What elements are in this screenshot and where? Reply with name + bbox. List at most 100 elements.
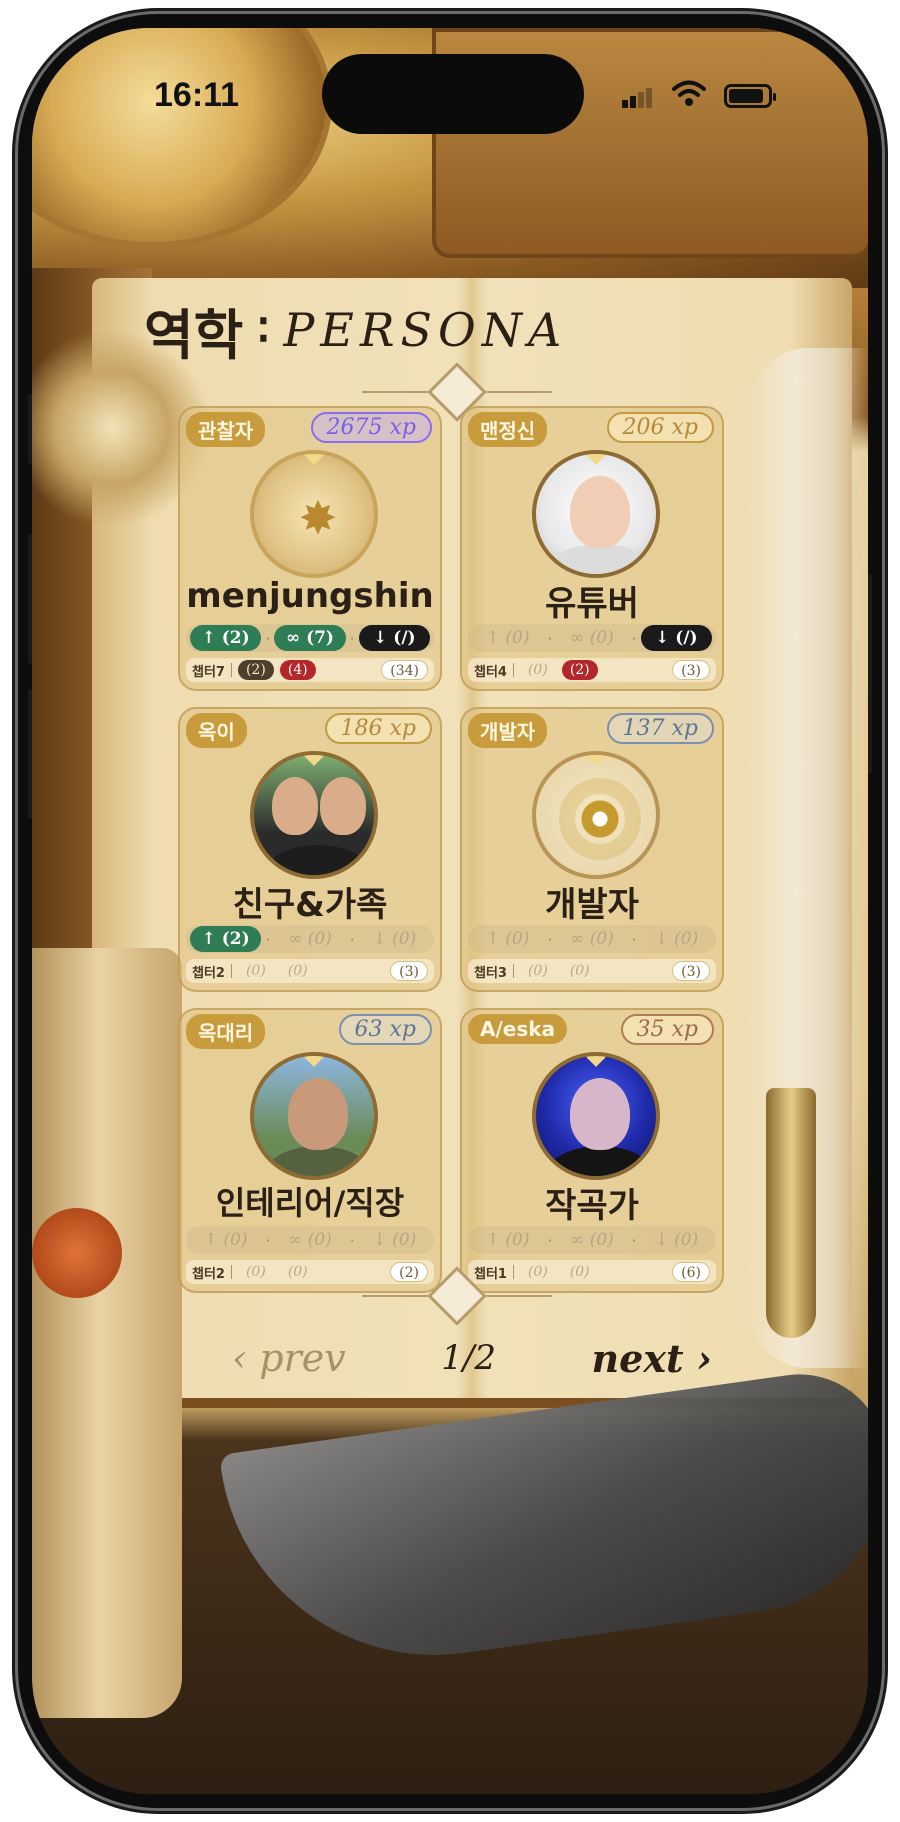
down-stat: ↓ (0): [372, 1230, 417, 1250]
status-time: 16:11: [154, 76, 240, 114]
avatar-body: [264, 1146, 372, 1176]
sparkle-count: (34): [381, 660, 428, 680]
dot-separator: ·: [265, 1230, 271, 1250]
dynamic-island: [322, 54, 584, 134]
status-bar: 16:11: [32, 28, 868, 148]
hourglass-count: (0): [287, 1264, 308, 1280]
up-stat: ↑ (2): [190, 926, 262, 952]
dot-separator: ·: [631, 628, 637, 648]
page-indicator: 1/2: [441, 1338, 496, 1378]
figure-count: (0): [527, 1264, 548, 1280]
avatar-face: [272, 777, 318, 835]
prev-page-button[interactable]: ‹ prev: [232, 1336, 346, 1380]
role-badge: 옥대리: [186, 1014, 266, 1049]
chapter-label: 챕터4: [474, 664, 507, 680]
chapter-label: 챕터2: [192, 1266, 225, 1282]
profile-photo: [250, 751, 378, 879]
hourglass-count: (0): [569, 963, 590, 979]
chapter-label: 챕터3: [474, 965, 507, 981]
chapter-row: 챕터4 (0) (2) (3): [468, 658, 716, 682]
role-badge: 관찰자: [186, 412, 266, 447]
stat-row: ↑ (0) · ∞ (0) · ↓ (/): [468, 624, 716, 652]
stat-row: ↑ (2) · ∞ (7) · ↓ (/): [186, 624, 434, 652]
dot-separator: ·: [265, 929, 271, 949]
stat-row: ↑ (0) · ∞ (0) · ↓ (0): [468, 1226, 716, 1254]
meta-divider: [512, 663, 514, 677]
dot-separator: ·: [631, 1230, 637, 1250]
role-badge: 개발자: [468, 713, 548, 748]
avatar-body: [546, 544, 654, 574]
scroll-decoration: [32, 948, 182, 1718]
role-badge: 옥이: [186, 713, 247, 748]
down-stat: ↓ (0): [372, 929, 417, 949]
sparkle-count: (3): [672, 961, 710, 981]
hourglass-count: (4): [279, 660, 316, 680]
meta-divider: [512, 964, 514, 978]
next-page-button[interactable]: next ›: [592, 1336, 712, 1381]
figure-count: (0): [245, 1264, 266, 1280]
persona-name: 개발자: [545, 885, 639, 925]
persona-card[interactable]: ✸ 관찰자 2675 xp menjungshin ↑ (2) · ∞ (7) …: [178, 406, 442, 691]
sparkle-count: (2): [390, 1262, 428, 1282]
up-stat: ↑ (0): [485, 929, 530, 949]
persona-name: 작곡가: [545, 1186, 639, 1226]
page-title: 역학 ∶ PERSONA: [144, 290, 567, 370]
stat-row: ↑ (0) · ∞ (0) · ↓ (0): [468, 925, 716, 953]
down-stat: ↓ (0): [654, 1230, 699, 1250]
chapter-row: 챕터2 (0) (0) (2): [186, 1260, 434, 1284]
dot-separator: ·: [631, 929, 637, 949]
dot-separator: ·: [265, 628, 271, 648]
chapter-row: 챕터7 (2) (4) (34): [186, 658, 434, 682]
persona-grid: ✸ 관찰자 2675 xp menjungshin ↑ (2) · ∞ (7) …: [178, 406, 738, 1293]
figure-count: (2): [237, 660, 274, 680]
meta-divider: [230, 964, 232, 978]
app-screen: 16:11 역학 ∶ PERSONA ✸ 관찰자 2675 xp menjung…: [32, 28, 868, 1794]
persona-card[interactable]: 맨정신 206 xp 유튜버 ↑ (0) · ∞ (0) · ↓ (/) 챕터4…: [460, 406, 724, 691]
emblem-icon: ✸: [250, 450, 378, 578]
avatar-body: [546, 1146, 654, 1176]
sun-emblem-icon: ✸: [298, 491, 338, 545]
compass-star-emblem-icon: [575, 794, 625, 844]
wax-seal-decoration: [32, 1208, 122, 1298]
persona-name: 친구&가족: [232, 885, 388, 925]
horn-decoration: [219, 1363, 868, 1683]
persona-card[interactable]: 옥대리 63 xp 인테리어/직장 ↑ (0) · ∞ (0) · ↓ (0) …: [178, 1008, 442, 1293]
avatar-face: [320, 777, 366, 835]
avatar-face: [570, 476, 630, 548]
cellular-signal-icon: [622, 86, 652, 108]
figure-count: (0): [527, 963, 548, 979]
sparkle-count: (3): [390, 961, 428, 981]
up-stat: ↑ (0): [485, 1230, 530, 1250]
meta-divider: [512, 1265, 514, 1279]
persona-name: 유튜버: [545, 584, 639, 624]
xp-badge: 2675 xp: [310, 412, 432, 443]
down-stat: ↓ (/): [640, 625, 712, 651]
chapter-row: 챕터3 (0) (0) (3): [468, 959, 716, 983]
infinity-stat: ∞ (0): [570, 929, 614, 949]
stat-row: ↑ (2) · ∞ (0) · ↓ (0): [186, 925, 434, 953]
up-stat: ↑ (2): [190, 625, 262, 651]
xp-badge: 186 xp: [324, 713, 432, 744]
dot-separator: ·: [547, 628, 553, 648]
sparkle-count: (6): [672, 1262, 710, 1282]
stat-row: ↑ (0) · ∞ (0) · ↓ (0): [186, 1226, 434, 1254]
avatar-face: [288, 1078, 348, 1150]
chapter-label: 챕터2: [192, 965, 225, 981]
role-badge: A/eska: [468, 1014, 568, 1044]
infinity-stat: ∞ (0): [288, 1230, 332, 1250]
persona-card[interactable]: A/eska 35 xp 작곡가 ↑ (0) · ∞ (0) · ↓ (0) 챕…: [460, 1008, 724, 1293]
xp-badge: 63 xp: [338, 1014, 432, 1045]
title-korean: 역학: [144, 302, 244, 367]
compass-star-icon: [532, 751, 660, 879]
chapter-label: 챕터1: [474, 1266, 507, 1282]
hourglass-count: (0): [287, 963, 308, 979]
figure-count: (0): [527, 662, 548, 678]
persona-card[interactable]: 개발자 137 xp 개발자 ↑ (0) · ∞ (0) · ↓ (0) 챕터3…: [460, 707, 724, 992]
infinity-stat: ∞ (0): [288, 929, 332, 949]
chapter-row: 챕터2 (0) (0) (3): [186, 959, 434, 983]
role-badge: 맨정신: [468, 412, 548, 447]
pagination: ‹ prev 1/2 next ›: [232, 1328, 712, 1388]
meta-divider: [230, 663, 232, 677]
hourglass-count: (0): [569, 1264, 590, 1280]
persona-card[interactable]: 옥이 186 xp 친구&가족 ↑ (2) · ∞ (0) · ↓ (0) 챕터…: [178, 707, 442, 992]
